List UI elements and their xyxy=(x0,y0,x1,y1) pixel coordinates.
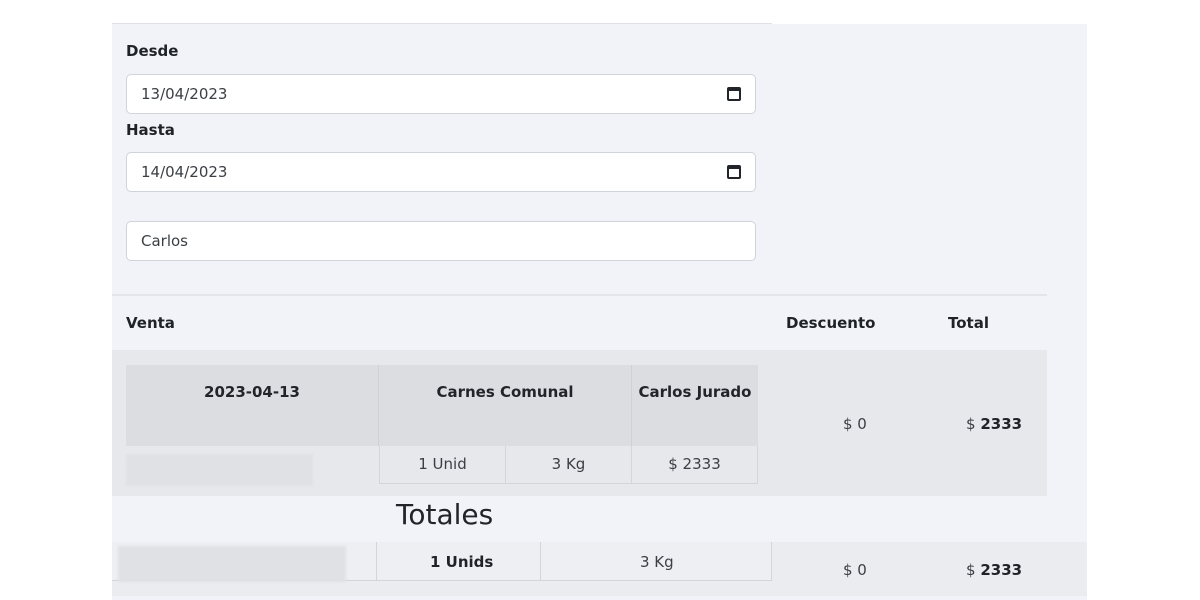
column-header-descuento: Descuento xyxy=(786,314,876,332)
venta-detail-table: 2023-04-13 Carnes Comunal Carlos Jurado … xyxy=(126,365,758,486)
venta-vendedor: Carnes Comunal xyxy=(379,365,632,446)
cell-divider xyxy=(540,542,541,580)
venta-unidades: 1 Unid xyxy=(379,446,506,484)
calendar-icon[interactable] xyxy=(727,165,741,179)
row-total-value: 2333 xyxy=(980,415,1023,433)
column-header-venta: Venta xyxy=(126,314,175,332)
totales-peso: 3 Kg xyxy=(640,553,674,571)
column-header-total: Total xyxy=(948,314,989,332)
desde-label: Desde xyxy=(126,42,179,60)
row-total-prefix: $ xyxy=(966,415,976,433)
desde-date-value: 13/04/2023 xyxy=(141,85,228,103)
cliente-search-input[interactable]: Carlos xyxy=(126,221,756,261)
totales-total-prefix: $ xyxy=(966,561,976,579)
row-descuento: $ 0 xyxy=(843,415,867,433)
cliente-search-value: Carlos xyxy=(141,232,188,250)
panel-divider xyxy=(112,23,772,24)
hasta-label: Hasta xyxy=(126,121,175,139)
totales-unidades: 1 Unids xyxy=(430,553,494,571)
calendar-icon[interactable] xyxy=(727,87,741,101)
totales-descuento: $ 0 xyxy=(843,561,867,579)
hasta-date-input[interactable]: 14/04/2023 xyxy=(126,152,756,192)
redacted-cell xyxy=(126,454,313,486)
desde-date-input[interactable]: 13/04/2023 xyxy=(126,74,756,114)
venta-cliente: Carlos Jurado xyxy=(632,365,758,446)
totales-total: $ 2333 xyxy=(966,561,1022,579)
hasta-date-value: 14/04/2023 xyxy=(141,163,228,181)
table-top-divider xyxy=(112,294,1047,296)
cell-divider xyxy=(376,542,377,580)
venta-peso: 3 Kg xyxy=(506,446,632,484)
totales-total-value: 2333 xyxy=(980,561,1023,579)
cell-divider xyxy=(771,542,772,580)
totales-title: Totales xyxy=(396,498,494,531)
venta-fecha: 2023-04-13 xyxy=(126,365,379,446)
venta-subtotal: $ 2333 xyxy=(632,446,758,484)
row-total: $ 2333 xyxy=(966,415,1022,433)
redacted-cell xyxy=(118,546,346,582)
